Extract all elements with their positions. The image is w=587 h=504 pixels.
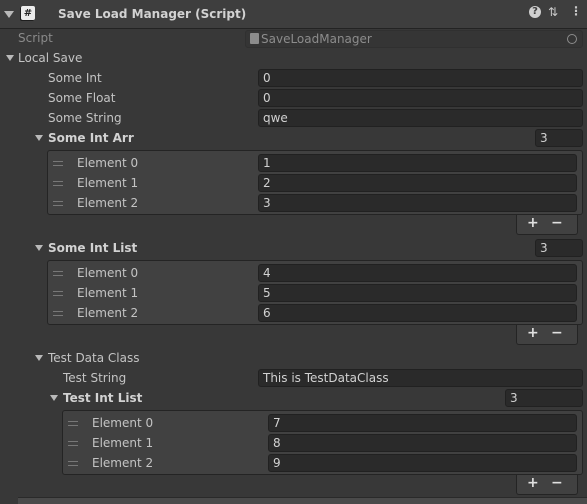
script-object-value: SaveLoadManager [261,32,372,46]
local-save-label[interactable]: Local Save [18,51,82,65]
remove-element-button[interactable]: − [551,325,563,341]
remove-element-button[interactable]: − [551,475,563,491]
element-field[interactable]: 4 [258,264,577,282]
preset-icon[interactable]: ⇅ [548,5,558,19]
drag-handle-icon[interactable] [53,201,63,206]
element-field[interactable]: 8 [268,434,577,452]
element-label: Element 0 [77,266,139,280]
some-float-label: Some Float [48,91,116,105]
component-title: Save Load Manager (Script) [58,7,247,21]
some-int-label: Some Int [48,71,102,85]
collapse-caret-icon[interactable] [4,11,14,18]
drag-handle-icon[interactable] [53,311,63,316]
add-element-button[interactable]: + [527,215,539,231]
remove-element-button[interactable]: − [551,215,563,231]
element-field[interactable]: 7 [268,414,577,432]
some-int-list-list-footer [516,325,578,345]
element-field[interactable]: 1 [258,154,577,172]
some-int-list-size-field[interactable]: 3 [535,239,583,257]
element-label: Element 2 [77,306,139,320]
script-label: Script [18,31,53,45]
element-field[interactable]: 9 [268,454,577,472]
drag-handle-icon[interactable] [53,291,63,296]
some-int-field[interactable]: 0 [258,69,583,87]
test-int-list-list-footer [516,475,578,495]
add-element-button[interactable]: + [527,475,539,491]
local-save-foldout-caret-icon[interactable] [6,55,14,61]
element-label: Element 1 [77,176,139,190]
test-int-list-label[interactable]: Test Int List [63,391,142,405]
element-label: Element 2 [77,196,139,210]
add-element-button[interactable]: + [527,325,539,341]
component-header[interactable]: # Save Load Manager (Script) ? ⇅ ⋮ [0,0,587,29]
element-label: Element 1 [77,286,139,300]
drag-handle-icon[interactable] [68,461,78,466]
drag-handle-icon[interactable] [68,441,78,446]
help-icon[interactable]: ? [529,6,541,18]
test-data-class-foldout-caret-icon[interactable] [35,355,43,361]
drag-handle-icon[interactable] [53,181,63,186]
element-label: Element 1 [92,436,154,450]
element-field[interactable]: 5 [258,284,577,302]
test-int-list-size-field[interactable]: 3 [505,389,583,407]
some-int-arr-foldout-caret-icon[interactable] [35,135,43,141]
some-int-list-label[interactable]: Some Int List [48,241,137,255]
element-field[interactable]: 2 [258,174,577,192]
some-string-label: Some String [48,111,122,125]
drag-handle-icon[interactable] [53,161,63,166]
test-string-label: Test String [63,371,127,385]
element-label: Element 0 [77,156,139,170]
object-picker-icon[interactable] [567,34,577,44]
script-object-field[interactable]: SaveLoadManager [245,30,583,48]
some-int-arr-label[interactable]: Some Int Arr [48,131,134,145]
script-icon: # [21,6,35,20]
element-label: Element 2 [92,456,154,470]
some-int-arr-size-field[interactable]: 3 [535,129,583,147]
test-string-field[interactable]: This is TestDataClass [258,369,583,387]
element-field[interactable]: 3 [258,194,577,212]
some-float-field[interactable]: 0 [258,89,583,107]
some-string-field[interactable]: qwe [258,109,583,127]
drag-handle-icon[interactable] [68,421,78,426]
test-data-class-label[interactable]: Test Data Class [48,351,139,365]
drag-handle-icon[interactable] [53,271,63,276]
element-field[interactable]: 6 [258,304,577,322]
element-label: Element 0 [92,416,154,430]
script-asset-icon [250,33,259,44]
test-int-list-foldout-caret-icon[interactable] [50,395,58,401]
more-menu-icon[interactable]: ⋮ [570,4,582,18]
some-int-list-foldout-caret-icon[interactable] [35,245,43,251]
some-int-arr-list-footer [516,215,578,235]
